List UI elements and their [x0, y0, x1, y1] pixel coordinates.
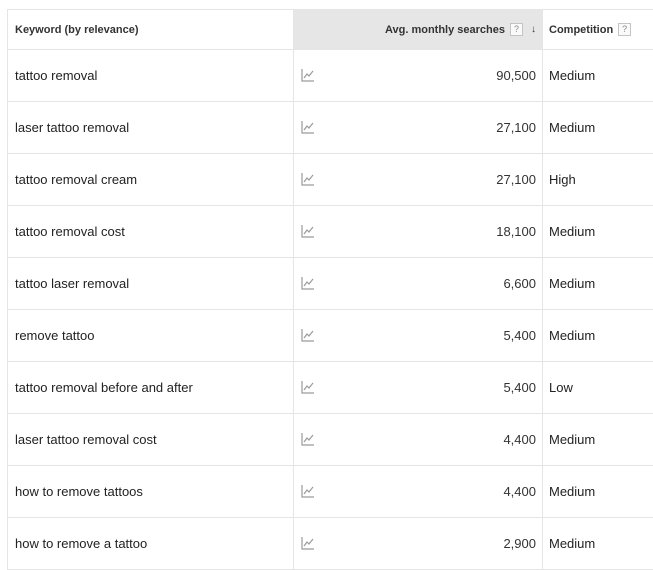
searches-value: 18,100 [496, 224, 536, 239]
keyword-ideas-table: Keyword (by relevance) Avg. monthly sear… [7, 9, 653, 570]
competition-cell: High [543, 154, 653, 205]
line-chart-icon[interactable] [301, 120, 315, 134]
keyword-text[interactable]: tattoo laser removal [15, 276, 129, 291]
searches-cell: 4,400 [293, 466, 543, 517]
table-row: how to remove tattoos 4,400 Medium [8, 466, 653, 518]
keyword-text[interactable]: tattoo removal cream [15, 172, 137, 187]
line-chart-icon[interactable] [301, 224, 315, 238]
searches-column-header[interactable]: Avg. monthly searches ? ↓ [293, 10, 543, 49]
competition-value: Medium [549, 224, 596, 239]
table-row: laser tattoo removal cost 4,400 Medium [8, 414, 653, 466]
keyword-cell: tattoo removal cream [8, 154, 293, 205]
searches-value: 27,100 [496, 120, 536, 135]
line-chart-icon[interactable] [301, 380, 315, 394]
keyword-cell: tattoo removal [8, 50, 293, 101]
competition-value: Medium [549, 536, 596, 551]
keyword-text[interactable]: laser tattoo removal cost [15, 432, 157, 447]
competition-value: Medium [549, 68, 596, 83]
keyword-column-header[interactable]: Keyword (by relevance) [8, 10, 293, 49]
searches-cell: 27,100 [293, 102, 543, 153]
line-chart-icon[interactable] [301, 432, 315, 446]
competition-value: High [549, 172, 576, 187]
keyword-text[interactable]: how to remove a tattoo [15, 536, 147, 551]
competition-cell: Medium [543, 466, 653, 517]
keyword-cell: remove tattoo [8, 310, 293, 361]
keyword-text[interactable]: laser tattoo removal [15, 120, 129, 135]
keyword-text[interactable]: tattoo removal cost [15, 224, 125, 239]
searches-value: 5,400 [503, 380, 536, 395]
line-chart-icon[interactable] [301, 68, 315, 82]
table-row: tattoo removal cream 27,100 High [8, 154, 653, 206]
searches-cell: 5,400 [293, 362, 543, 413]
keyword-text[interactable]: remove tattoo [15, 328, 95, 343]
line-chart-icon[interactable] [301, 172, 315, 186]
competition-value: Low [549, 380, 573, 395]
table-row: how to remove a tattoo 2,900 Medium [8, 518, 653, 570]
help-icon[interactable]: ? [618, 23, 632, 36]
competition-column-header[interactable]: Competition ? [543, 10, 653, 49]
line-chart-icon[interactable] [301, 276, 315, 290]
keyword-column-label: Keyword (by relevance) [15, 23, 139, 36]
competition-cell: Medium [543, 310, 653, 361]
table-row: tattoo laser removal 6,600 Medium [8, 258, 653, 310]
searches-value: 5,400 [503, 328, 536, 343]
searches-cell: 27,100 [293, 154, 543, 205]
competition-cell: Medium [543, 258, 653, 309]
searches-column-label: Avg. monthly searches [384, 23, 505, 36]
competition-value: Medium [549, 276, 596, 291]
competition-cell: Low [543, 362, 653, 413]
table-row: tattoo removal cost 18,100 Medium [8, 206, 653, 258]
competition-cell: Medium [543, 102, 653, 153]
competition-cell: Medium [543, 518, 653, 569]
line-chart-icon[interactable] [301, 536, 315, 550]
searches-cell: 90,500 [293, 50, 543, 101]
table-row: tattoo removal 90,500 Medium [8, 50, 653, 102]
searches-cell: 4,400 [293, 414, 543, 465]
competition-column-label: Competition [549, 23, 614, 36]
table-header: Keyword (by relevance) Avg. monthly sear… [8, 10, 653, 50]
searches-cell: 18,100 [293, 206, 543, 257]
competition-cell: Medium [543, 414, 653, 465]
searches-cell: 2,900 [293, 518, 543, 569]
line-chart-icon[interactable] [301, 328, 315, 342]
competition-cell: Medium [543, 50, 653, 101]
searches-value: 90,500 [496, 68, 536, 83]
searches-cell: 5,400 [293, 310, 543, 361]
keyword-text[interactable]: tattoo removal [15, 68, 97, 83]
sort-descending-icon[interactable]: ↓ [531, 24, 536, 35]
keyword-cell: tattoo removal before and after [8, 362, 293, 413]
keyword-text[interactable]: tattoo removal before and after [15, 380, 193, 395]
keyword-cell: laser tattoo removal [8, 102, 293, 153]
searches-value: 2,900 [503, 536, 536, 551]
keyword-cell: tattoo laser removal [8, 258, 293, 309]
table-row: tattoo removal before and after 5,400 Lo… [8, 362, 653, 414]
keyword-text[interactable]: how to remove tattoos [15, 484, 143, 499]
competition-value: Medium [549, 328, 596, 343]
keyword-cell: how to remove a tattoo [8, 518, 293, 569]
searches-value: 27,100 [496, 172, 536, 187]
line-chart-icon[interactable] [301, 484, 315, 498]
keyword-cell: how to remove tattoos [8, 466, 293, 517]
searches-cell: 6,600 [293, 258, 543, 309]
table-row: laser tattoo removal 27,100 Medium [8, 102, 653, 154]
searches-value: 4,400 [503, 484, 536, 499]
keyword-cell: tattoo removal cost [8, 206, 293, 257]
keyword-cell: laser tattoo removal cost [8, 414, 293, 465]
competition-cell: Medium [543, 206, 653, 257]
help-icon[interactable]: ? [510, 23, 523, 36]
searches-value: 4,400 [503, 432, 536, 447]
competition-value: Medium [549, 120, 596, 135]
table-row: remove tattoo 5,400 Medium [8, 310, 653, 362]
competition-value: Medium [549, 432, 596, 447]
searches-value: 6,600 [503, 276, 536, 291]
competition-value: Medium [549, 484, 596, 499]
